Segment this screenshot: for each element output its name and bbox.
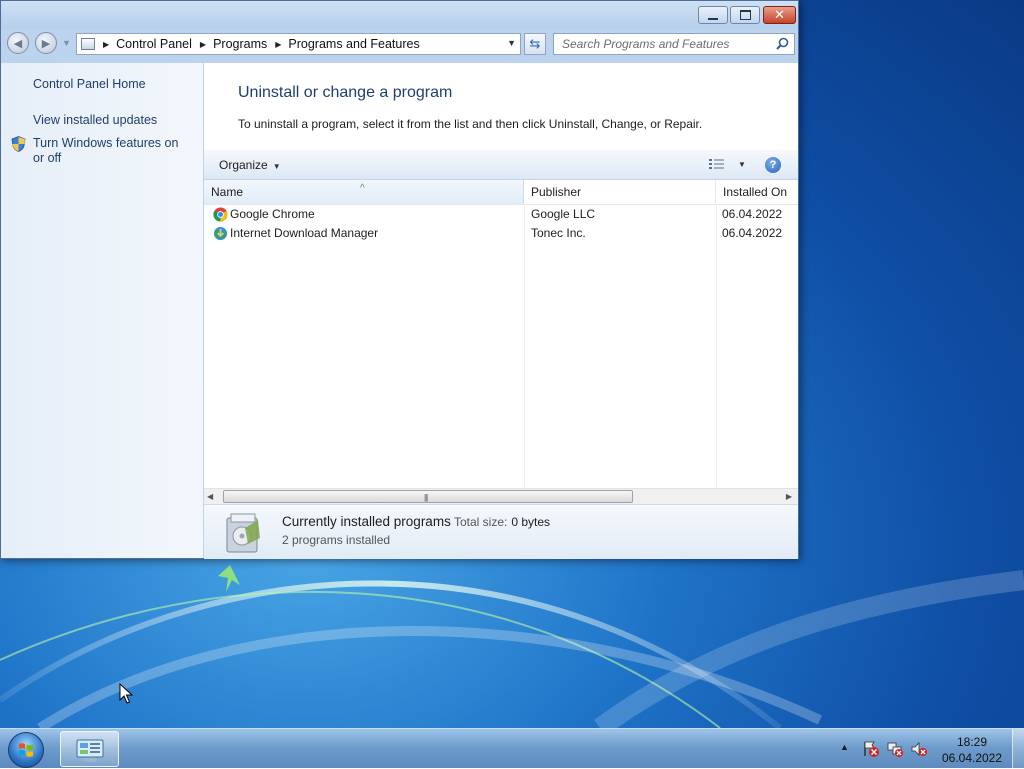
scroll-right-icon[interactable]: ▶ — [786, 492, 792, 501]
column-publisher-label: Publisher — [531, 185, 582, 199]
show-hidden-icons-icon[interactable]: ▲ — [840, 742, 849, 752]
program-installed-on: 06.04.2022 — [722, 207, 783, 221]
program-list: Google Chrome Google LLC 06.04.2022 Inte… — [204, 204, 798, 488]
start-button[interactable] — [8, 732, 44, 768]
program-name: Internet Download Manager — [230, 226, 379, 240]
sort-ascending-icon: ^ — [360, 183, 365, 194]
view-details-icon[interactable] — [709, 158, 725, 171]
grip-icon: ||| — [424, 493, 428, 502]
scroll-left-icon[interactable]: ◀ — [207, 492, 213, 501]
title-bar[interactable]: ✕ — [1, 1, 798, 29]
total-size-value: 0 bytes — [511, 515, 551, 529]
search-box[interactable] — [553, 33, 795, 55]
search-input[interactable] — [554, 34, 777, 54]
action-center-warning-icon[interactable] — [862, 740, 880, 758]
page-description: To uninstall a program, select it from t… — [238, 117, 703, 131]
taskbar-control-panel-button[interactable] — [60, 731, 119, 767]
breadcrumb-separator-icon[interactable]: ▶ — [200, 40, 206, 49]
program-publisher: Google LLC — [531, 207, 596, 221]
back-arrow-icon: ◀ — [13, 37, 23, 50]
column-divider — [716, 204, 717, 488]
network-disconnected-icon[interactable] — [886, 740, 904, 758]
breadcrumb-programs-and-features[interactable]: Programs and Features — [288, 37, 419, 51]
recent-pages-dropdown-icon[interactable]: ▼ — [62, 38, 71, 48]
close-button[interactable]: ✕ — [763, 6, 796, 24]
details-pane: Currently installed programs Total size:… — [204, 504, 798, 559]
clock-date[interactable]: 06.04.2022 — [940, 751, 1004, 765]
address-dropdown-icon[interactable]: ▼ — [507, 38, 516, 48]
details-title: Currently installed programs — [282, 514, 451, 529]
forward-arrow-icon: ▶ — [41, 37, 51, 50]
views-dropdown-icon[interactable]: ▼ — [738, 160, 746, 169]
breadcrumb-programs[interactable]: Programs — [213, 37, 267, 51]
column-header-publisher[interactable]: Publisher — [524, 180, 716, 204]
breadcrumb-control-panel[interactable]: Control Panel — [116, 37, 192, 51]
program-name: Google Chrome — [230, 207, 315, 221]
help-icon[interactable]: ? — [765, 157, 781, 173]
minimize-icon — [708, 17, 718, 20]
taskbar: ▲ 18:29 06.04.2022 — [0, 728, 1024, 769]
view-installed-updates-link[interactable]: View installed updates — [33, 113, 157, 128]
address-bar[interactable]: ▶ Control Panel ▶ Programs ▶ Programs an… — [76, 33, 521, 55]
back-button[interactable]: ◀ — [7, 32, 29, 54]
control-panel-icon — [76, 739, 104, 762]
column-header-installed-on[interactable]: Installed On — [716, 180, 798, 204]
column-header: Name ^ Publisher Installed On — [204, 180, 798, 205]
main-content: Uninstall or change a program To uninsta… — [204, 63, 798, 559]
navigation-bar: ◀ ▶ ▼ ▶ Control Panel ▶ Programs ▶ Progr… — [1, 29, 798, 59]
table-row[interactable]: Internet Download Manager Tonec Inc. 06.… — [204, 224, 798, 243]
volume-muted-icon[interactable] — [910, 740, 928, 758]
search-icon[interactable] — [776, 37, 789, 50]
forward-button[interactable]: ▶ — [35, 32, 57, 54]
close-icon: ✕ — [774, 7, 785, 23]
programs-and-features-window: ✕ ◀ ▶ ▼ ▶ Control Panel ▶ Programs ▶ Pro… — [0, 0, 799, 559]
minimize-button[interactable] — [698, 6, 728, 24]
organize-label: Organize — [219, 158, 268, 172]
column-installed-on-label: Installed On — [723, 185, 788, 199]
chrome-icon — [213, 207, 228, 222]
mouse-cursor-icon — [119, 683, 133, 704]
control-panel-icon — [81, 38, 95, 50]
programs-count: 2 programs installed — [282, 533, 391, 547]
control-panel-home-link[interactable]: Control Panel Home — [33, 77, 146, 92]
idm-icon — [213, 226, 228, 241]
refresh-button[interactable]: ⇆ — [524, 33, 546, 55]
program-installed-on: 06.04.2022 — [722, 226, 783, 240]
shield-icon — [11, 136, 26, 152]
table-row[interactable]: Google Chrome Google LLC 06.04.2022 — [204, 205, 798, 224]
column-divider — [524, 204, 525, 488]
clock-time[interactable]: 18:29 — [940, 735, 1004, 749]
total-size-label-text: Total size: — [454, 515, 508, 529]
turn-windows-features-link[interactable]: Turn Windows features on or off — [33, 136, 193, 166]
total-size-label: Total size: 0 bytes — [454, 515, 550, 529]
chevron-down-icon: ▼ — [272, 162, 281, 171]
task-pane: Control Panel Home View installed update… — [1, 63, 203, 558]
scrollbar-thumb[interactable]: ||| — [223, 490, 633, 503]
horizontal-scrollbar[interactable]: ◀ ||| ▶ — [204, 488, 798, 505]
programs-icon — [226, 513, 260, 553]
column-name-label: Name — [211, 185, 244, 199]
refresh-icon: ⇆ — [529, 36, 541, 51]
breadcrumb-separator-icon[interactable]: ▶ — [103, 40, 109, 49]
organize-button[interactable]: Organize ▼ — [219, 158, 281, 172]
show-desktop-button[interactable] — [1012, 729, 1024, 769]
windows-logo-icon — [19, 743, 33, 757]
maximize-icon — [739, 10, 751, 20]
maximize-button[interactable] — [730, 6, 760, 24]
column-header-name[interactable]: Name ^ — [204, 180, 524, 204]
breadcrumb-separator-icon[interactable]: ▶ — [275, 40, 281, 49]
page-title: Uninstall or change a program — [238, 84, 453, 101]
program-publisher: Tonec Inc. — [531, 226, 586, 240]
command-bar: Organize ▼ ▼ ? — [204, 150, 798, 180]
